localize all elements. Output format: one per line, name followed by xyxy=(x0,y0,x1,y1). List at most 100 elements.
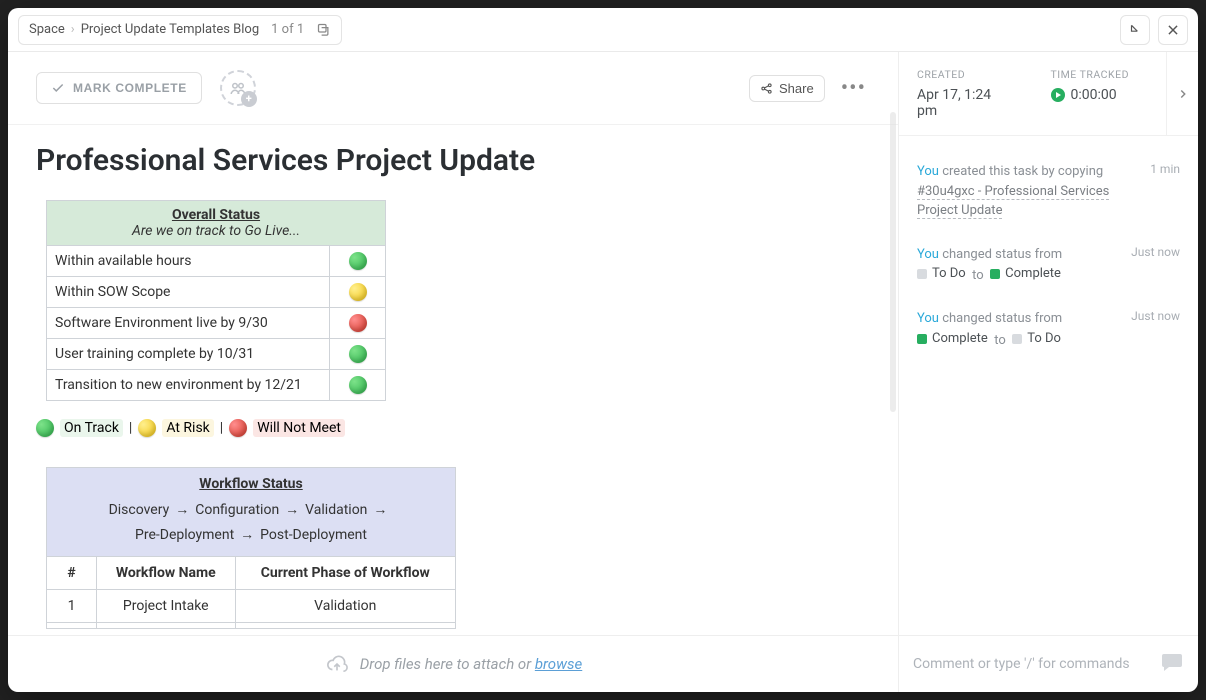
col-current-phase: Current Phase of Workflow xyxy=(235,557,456,590)
breadcrumb-count: 1 of 1 xyxy=(271,22,304,37)
overall-status-table: Overall Status Are we on track to Go Liv… xyxy=(46,200,386,401)
arrow-icon: → xyxy=(373,502,387,518)
status-dot-cell xyxy=(330,277,386,308)
phase-label: Configuration xyxy=(195,502,279,518)
col-workflow-name: Workflow Name xyxy=(97,557,236,590)
phase-label: Validation xyxy=(305,502,367,518)
status-square-icon xyxy=(917,334,927,344)
status-to: Complete xyxy=(990,264,1061,284)
comment-icon xyxy=(1160,650,1184,678)
arrow-icon: → xyxy=(240,527,254,543)
dot-green-icon xyxy=(349,376,367,394)
arrow-icon: → xyxy=(175,502,189,518)
page-title: Professional Services Project Update xyxy=(36,143,870,178)
workflow-name: Project Intake xyxy=(97,590,236,623)
status-row: Software Environment live by 9/30 xyxy=(47,308,386,339)
created-label: CREATED xyxy=(917,68,1015,81)
status-from: To Do xyxy=(917,264,966,284)
activity-feed: You created this task by copying #30u4gx… xyxy=(899,136,1198,635)
phase-label: Post-Deployment xyxy=(260,527,367,543)
legend-on-track: On Track xyxy=(60,419,123,437)
breadcrumb-sep: › xyxy=(71,22,75,37)
assignees-button[interactable]: + xyxy=(220,70,256,106)
topbar: Space › Project Update Templates Blog 1 … xyxy=(8,8,1198,52)
dot-green-icon xyxy=(349,345,367,363)
workflow-status-table: Workflow Status Discovery→Configuration→… xyxy=(46,467,456,629)
workflow-row: 1Project IntakeValidation xyxy=(47,590,456,623)
status-label: Within available hours xyxy=(47,246,330,277)
copied-task-link[interactable]: #30u4gxc - Professional Services Project… xyxy=(917,184,1109,220)
status-square-icon xyxy=(990,269,1000,279)
legend-will-not-meet: Will Not Meet xyxy=(253,419,345,437)
file-drop-zone[interactable]: Drop files here to attach or browse xyxy=(8,636,898,692)
task-modal: Space › Project Update Templates Blog 1 … xyxy=(8,8,1198,692)
status-row: Within available hours xyxy=(47,246,386,277)
comment-input[interactable]: Comment or type '/' for commands xyxy=(898,636,1198,692)
time-tracked-text: 0:00:00 xyxy=(1071,87,1117,103)
status-legend: On Track | At Risk | Will Not Meet xyxy=(36,419,870,437)
col-number: # xyxy=(47,557,97,590)
mark-complete-label: MARK COMPLETE xyxy=(73,81,187,95)
activity-actor: You xyxy=(917,164,939,179)
activity-time: 1 min xyxy=(1150,162,1180,221)
status-row: Within SOW Scope xyxy=(47,277,386,308)
share-label: Share xyxy=(779,81,814,96)
status-dot-cell xyxy=(330,339,386,370)
dot-green-icon xyxy=(36,419,54,437)
dot-yellow-icon xyxy=(349,283,367,301)
scrollbar[interactable] xyxy=(890,112,896,412)
status-label: Transition to new environment by 12/21 xyxy=(47,370,330,401)
footer: Drop files here to attach or browse Comm… xyxy=(8,635,1198,692)
status-dot-cell xyxy=(330,370,386,401)
document-area[interactable]: Professional Services Project Update Ove… xyxy=(8,125,898,635)
side-panel: CREATED Apr 17, 1:24 pm TIME TRACKED 0:0… xyxy=(898,52,1198,635)
status-square-icon xyxy=(1012,334,1022,344)
meta-row: CREATED Apr 17, 1:24 pm TIME TRACKED 0:0… xyxy=(899,52,1198,136)
activity-item: You changed status fromComplete to To Do… xyxy=(917,309,1180,350)
workflow-phase: Validation xyxy=(235,590,456,623)
more-menu-button[interactable]: ••• xyxy=(837,76,870,101)
status-label: User training complete by 10/31 xyxy=(47,339,330,370)
breadcrumb-root[interactable]: Space xyxy=(29,22,65,37)
collapse-side-button[interactable] xyxy=(1166,52,1198,135)
task-header: MARK COMPLETE + Share ••• xyxy=(8,52,898,125)
status-row: Transition to new environment by 12/21 xyxy=(47,370,386,401)
workflow-row xyxy=(47,623,456,629)
dot-yellow-icon xyxy=(138,419,156,437)
overall-status-header: Overall Status Are we on track to Go Liv… xyxy=(47,201,386,246)
phase-label: Discovery xyxy=(109,502,170,518)
breadcrumb: Space › Project Update Templates Blog 1 … xyxy=(18,15,342,45)
created-value: Apr 17, 1:24 pm xyxy=(917,87,1015,119)
workflow-header-cell: Workflow Status Discovery→Configuration→… xyxy=(47,468,456,557)
status-dot-cell xyxy=(330,246,386,277)
add-assignee-icon: + xyxy=(241,91,257,107)
status-square-icon xyxy=(917,269,927,279)
time-tracked-value[interactable]: 0:00:00 xyxy=(1051,87,1149,103)
status-from: Complete xyxy=(917,329,988,349)
activity-actor: You xyxy=(917,311,939,326)
activity-time: Just now xyxy=(1131,309,1180,350)
dot-red-icon xyxy=(229,419,247,437)
close-button[interactable] xyxy=(1158,15,1188,45)
browse-link[interactable]: browse xyxy=(535,655,582,673)
dot-green-icon xyxy=(349,252,367,270)
status-label: Software Environment live by 9/30 xyxy=(47,308,330,339)
drop-text: Drop files here to attach or xyxy=(360,655,535,673)
mark-complete-button[interactable]: MARK COMPLETE xyxy=(36,72,202,104)
arrow-icon: → xyxy=(285,502,299,518)
activity-item: You created this task by copying #30u4gx… xyxy=(917,162,1180,221)
comment-placeholder: Comment or type '/' for commands xyxy=(913,656,1130,672)
dot-red-icon xyxy=(349,314,367,332)
activity-time: Just now xyxy=(1131,245,1180,286)
workflow-num: 1 xyxy=(47,590,97,623)
status-row: User training complete by 10/31 xyxy=(47,339,386,370)
legend-at-risk: At Risk xyxy=(162,419,213,437)
play-icon[interactable] xyxy=(1051,88,1065,102)
share-button[interactable]: Share xyxy=(749,75,825,102)
activity-item: You changed status fromTo Do to Complete… xyxy=(917,245,1180,286)
status-to: To Do xyxy=(1012,329,1061,349)
minimize-button[interactable] xyxy=(1120,15,1150,45)
breadcrumb-current[interactable]: Project Update Templates Blog xyxy=(81,22,259,37)
time-tracked-label: TIME TRACKED xyxy=(1051,68,1149,81)
new-tab-icon[interactable] xyxy=(316,22,331,37)
